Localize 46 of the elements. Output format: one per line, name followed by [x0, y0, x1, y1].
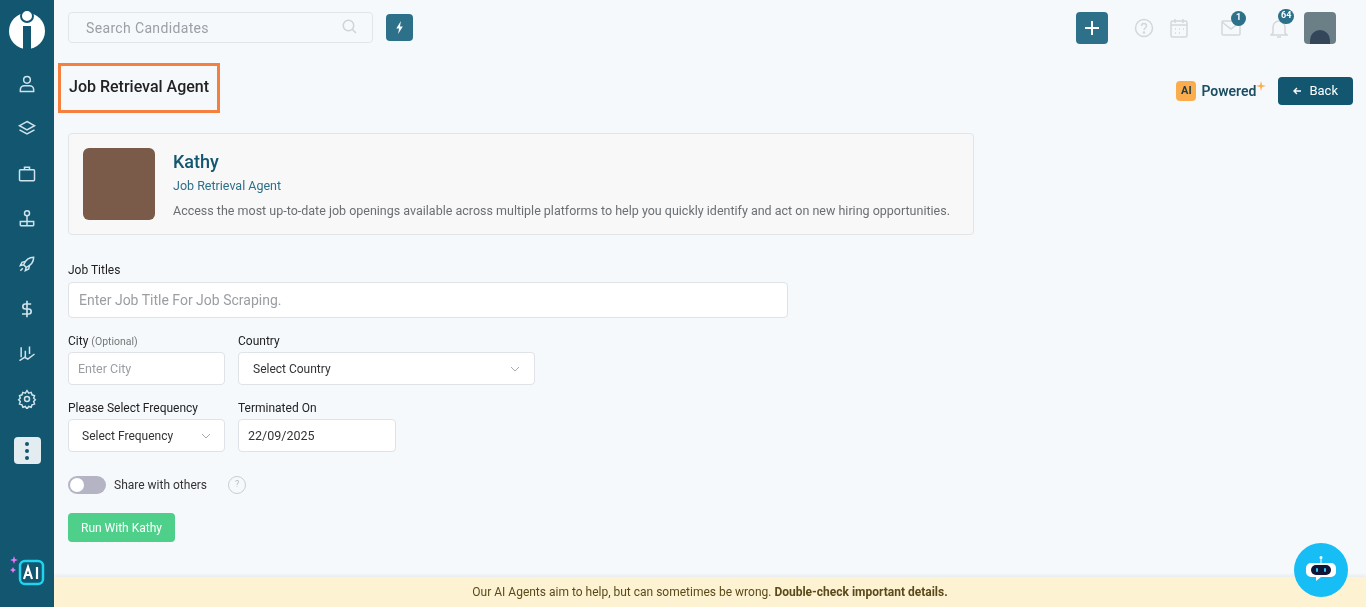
agent-name: Kathy: [173, 149, 220, 174]
field-label: Please Select Frequency: [68, 400, 200, 417]
briefcase-icon[interactable]: [17, 164, 37, 184]
logo-icon[interactable]: [8, 8, 46, 50]
bell-icon[interactable]: [1270, 17, 1288, 38]
page-title: Job Retrieval Agent: [58, 63, 221, 113]
hierarchy-icon[interactable]: [17, 209, 37, 229]
more-button[interactable]: [13, 437, 41, 464]
field-label: Job Titles: [68, 262, 122, 279]
job-titles-field[interactable]: Enter Job Title For Job Scraping.: [68, 282, 788, 318]
disclaimer-text: Our AI Agents aim to help, but can sometimes be wrong. Double-check important details.: [472, 584, 948, 601]
field-label: Country: [238, 333, 281, 350]
user-icon[interactable]: [17, 74, 37, 94]
arrow-left-icon: [1293, 87, 1303, 95]
photo-placeholder: [83, 148, 155, 220]
lightning-icon: [394, 21, 405, 34]
plus-icon: [1084, 19, 1100, 36]
sparkle-icon: [1256, 81, 1267, 91]
mail-icon[interactable]: [1221, 19, 1241, 36]
ai-powered-label: Powered: [1201, 81, 1257, 101]
toggle-label: Share with others: [114, 477, 207, 494]
back-button[interactable]: Back: [1278, 77, 1353, 105]
user-avatar[interactable]: [1304, 11, 1336, 44]
share-toggle[interactable]: [68, 476, 106, 494]
search-field[interactable]: Search Candidates: [68, 12, 373, 43]
frequency-dropdown[interactable]: Select Frequency: [68, 419, 225, 452]
add-button[interactable]: [1076, 11, 1108, 44]
chevron-down-icon: [201, 432, 211, 439]
lightning-button[interactable]: [386, 14, 413, 41]
date-field[interactable]: 22/09/2025: [238, 419, 396, 452]
city-field[interactable]: Enter City: [68, 352, 225, 385]
optional-hint: (Optional): [91, 334, 138, 350]
agent-role: Job Retrieval Agent: [173, 176, 283, 195]
field-label: City: [68, 333, 89, 350]
rocket-icon[interactable]: [17, 254, 37, 274]
count-badge: 64: [1278, 8, 1295, 24]
count-badge: 1: [1231, 10, 1246, 26]
chart-icon[interactable]: [17, 344, 37, 364]
search-icon: [341, 18, 359, 36]
settings-icon[interactable]: [17, 389, 37, 409]
agent-description: Access the most up-to-date job openings available across multiple platforms to help you quickly identify and act on new hiring opportunities.: [173, 201, 950, 220]
ai-badge: AI: [1176, 81, 1197, 101]
field-label: Terminated On: [238, 400, 318, 417]
chevron-down-icon: [510, 365, 520, 372]
country-dropdown[interactable]: Select Country: [238, 352, 535, 385]
chatbot-button[interactable]: [1294, 543, 1348, 597]
